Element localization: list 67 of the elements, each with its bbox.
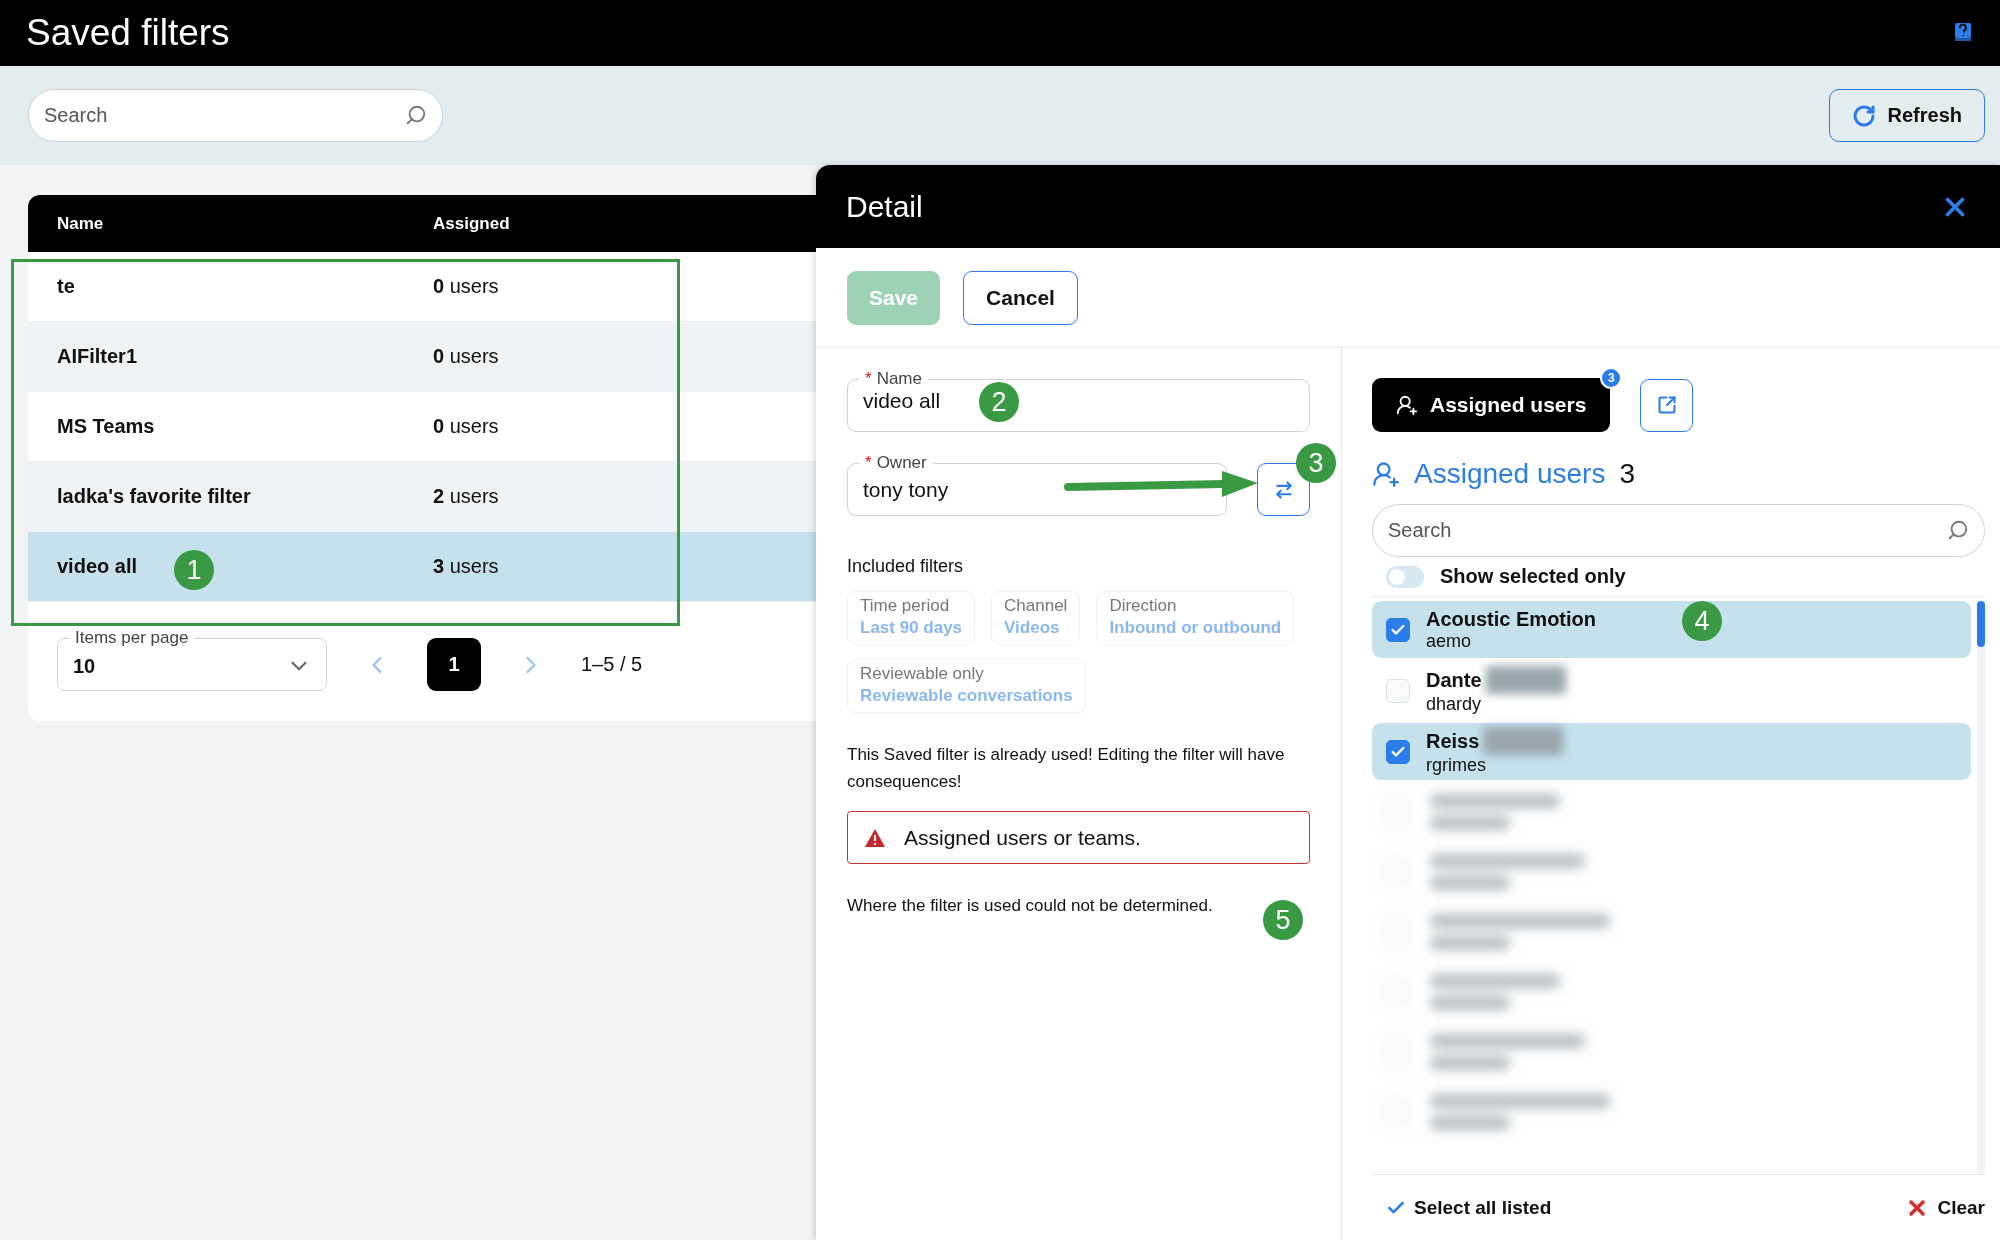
chip-label: Reviewable only [860,664,985,684]
refresh-icon [1851,103,1876,128]
chip-value: Videos [1004,618,1061,638]
refresh-button[interactable]: Refresh [1828,89,1985,142]
search-icon [405,104,427,126]
search-icon [1947,519,1969,541]
page-title: Saved filters [26,12,230,54]
user-row[interactable]: Dante dhardy [1372,662,1971,719]
scrollbar[interactable] [1977,601,1985,1174]
user-name: Acoustic Emotion [1426,607,1596,631]
chip-label: Direction [1109,596,1178,616]
user-search-field[interactable]: Search [1372,504,1985,557]
panel-title: Detail [846,189,923,224]
field-label: Items per page [74,628,190,648]
user-login: dhardy [1426,694,1483,715]
note-text: Where the filter is used could not be determined. [847,895,1214,917]
user-login: aemo [1426,630,1473,652]
warning-text: This Saved filter is already used! Editing the filter will have consequences! [847,744,1286,793]
page-button[interactable]: 1 [427,638,481,691]
select-all-button[interactable]: Select all listed [1386,1196,1552,1219]
user-count: 3 [1619,458,1635,490]
chip-label: Channel [1004,596,1068,616]
field-label: * Name [864,369,923,389]
toggle-switch[interactable] [1386,565,1424,588]
error-text: Assigned users or teams. [904,825,1141,850]
user-name: Reiss [1426,729,1480,753]
user-login: rgrimes [1426,755,1487,776]
warning-icon [864,827,886,848]
table-row[interactable]: AIFilter1 0 users [28,322,816,392]
table-cell: MS Teams [57,415,155,438]
items-per-page-select[interactable]: Items per page 10 [57,628,327,691]
page-range: 1–5 / 5 [581,653,643,676]
table-cell: 0 users [433,345,499,368]
user-add-icon [1372,460,1400,488]
table-cell: 0 users [433,415,499,438]
column-header: Name [57,213,105,234]
table-cell: AIFilter1 [57,345,138,368]
help-book-icon[interactable] [1954,23,1972,43]
table-cell: 0 users [433,275,499,298]
table-cell: ladka's favorite filter [57,485,251,508]
share-icon [1656,395,1677,415]
section-heading: Assigned users [1414,458,1606,490]
user-add-icon [1396,394,1418,416]
field-label: * Owner [864,453,928,473]
chip-value: Inbound or outbound [1109,618,1282,638]
table-cell: video all [57,555,138,578]
table-cell: 3 users [433,555,499,578]
table-cell: 2 users [433,485,499,508]
search-field[interactable]: Search [28,89,443,142]
chip-value: Reviewable conversations [860,686,1073,706]
clear-button[interactable]: Clear [1905,1195,1985,1220]
column-header: Assigned [433,213,511,234]
table-row[interactable]: ladka's favorite filter 2 users [28,462,816,532]
count-badge: 3 [1600,367,1623,389]
cancel-button[interactable]: Cancel [963,270,1078,325]
checkbox[interactable] [1386,739,1410,764]
chip-value: Last 90 days [860,618,963,638]
change-owner-button[interactable] [1257,463,1310,516]
user-name: Dante [1426,668,1482,692]
table-cell: te [57,275,75,298]
share-button[interactable] [1640,378,1694,432]
toggle-label: Show selected only [1440,565,1626,588]
chip-label: Time period [860,596,951,616]
checkbox[interactable] [1386,617,1410,642]
swap-arrows-icon [1273,479,1294,500]
user-row[interactable]: Reiss rgrimes [1372,723,1971,780]
section-label: Included filters [847,556,965,577]
